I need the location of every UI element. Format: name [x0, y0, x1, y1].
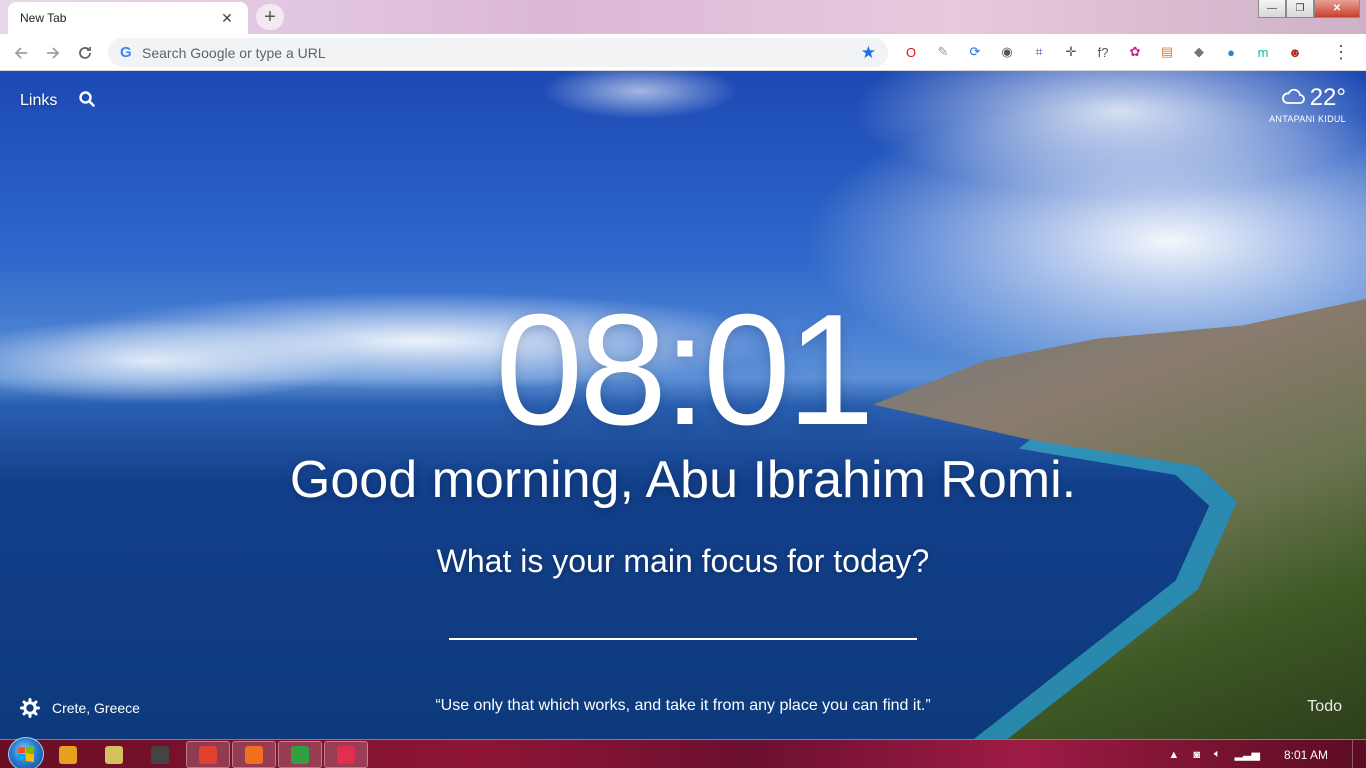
extensions-toolbar: O ✎ ⟳ ◉ ⌗ ✛ f? ✿ ▤ ◆ ● m ☻: [900, 41, 1316, 63]
network-signal-icon[interactable]: ▂▃▅: [1235, 748, 1260, 761]
tab-close-icon[interactable]: ✕: [218, 10, 236, 27]
app-red-icon: [337, 745, 355, 764]
start-button[interactable]: [8, 737, 44, 768]
links-button[interactable]: Links: [20, 92, 57, 110]
taskbar-clock[interactable]: 8:01 AM: [1284, 748, 1328, 762]
layers-icon[interactable]: ◆: [1188, 41, 1210, 63]
taskbar-app-spreadsheet[interactable]: [278, 741, 322, 768]
bookmark-star-icon[interactable]: ★: [861, 43, 876, 63]
volume-icon[interactable]: 🔈︎: [1214, 748, 1221, 761]
taskbar-app-app-red[interactable]: [324, 741, 368, 768]
maximize-button[interactable]: ❐: [1286, 0, 1314, 18]
chrome-icon: [199, 745, 217, 764]
search-icon[interactable]: [78, 90, 96, 108]
new-tab-button[interactable]: +: [256, 4, 284, 30]
greeting: Good morning, Abu Ibrahim Romi.: [289, 451, 1077, 509]
opera-icon[interactable]: O: [900, 41, 922, 63]
taskbar-app-xampp[interactable]: [232, 741, 276, 768]
move-icon[interactable]: ✛: [1060, 41, 1082, 63]
window-controls: — ❐ ✕: [1258, 0, 1360, 18]
taskbar-app-media-player[interactable]: [48, 741, 88, 768]
quote-text[interactable]: “Use only that which works, and take it …: [435, 697, 930, 714]
browser-titlebar: New Tab ✕ + — ❐ ✕: [0, 0, 1366, 34]
photo-location[interactable]: Crete, Greece: [52, 700, 140, 716]
m-icon[interactable]: m: [1252, 41, 1274, 63]
tab-new-tab[interactable]: New Tab ✕: [8, 2, 248, 34]
back-icon[interactable]: [8, 40, 34, 66]
antivirus-icon[interactable]: ◙: [1193, 749, 1200, 761]
file-explorer-icon: [105, 745, 123, 764]
spreadsheet-icon: [291, 745, 309, 764]
todo-button[interactable]: Todo: [1307, 698, 1342, 716]
taskbar-app-clapper[interactable]: [140, 741, 180, 768]
color-picker-icon[interactable]: ✿: [1124, 41, 1146, 63]
browser-toolbar: G ★ O ✎ ⟳ ◉ ⌗ ✛ f? ✿ ▤ ◆ ● m ☻ ⋮: [0, 34, 1366, 71]
tab-title: New Tab: [20, 11, 67, 25]
show-desktop-button[interactable]: [1352, 740, 1366, 768]
focus-input[interactable]: [449, 600, 917, 640]
menu-icon[interactable]: ⋮: [1332, 41, 1350, 63]
google-icon: G: [120, 44, 132, 61]
system-tray: ▲ ◙ 🔈︎ ▂▃▅ 8:01 AM: [1168, 740, 1366, 768]
crop-icon[interactable]: ⌗: [1028, 41, 1050, 63]
taskbar-app-chrome[interactable]: [186, 741, 230, 768]
media-player-icon: [59, 745, 77, 764]
globe-icon[interactable]: ◉: [996, 41, 1018, 63]
windows-taskbar: ▲ ◙ 🔈︎ ▂▃▅ 8:01 AM: [0, 737, 1366, 768]
minimize-button[interactable]: —: [1258, 0, 1286, 18]
taskbar-app-file-explorer[interactable]: [94, 741, 134, 768]
earth-icon[interactable]: ●: [1220, 41, 1242, 63]
pdf-icon[interactable]: ✎: [932, 41, 954, 63]
sync-icon[interactable]: ⟳: [964, 41, 986, 63]
note-icon[interactable]: ▤: [1156, 41, 1178, 63]
forward-icon[interactable]: [40, 40, 66, 66]
font-icon[interactable]: f?: [1092, 41, 1114, 63]
settings-gear-icon[interactable]: [20, 698, 40, 718]
clapper-icon: [151, 745, 169, 764]
reload-icon[interactable]: [72, 40, 98, 66]
clock: 08:01: [495, 282, 874, 458]
address-bar[interactable]: G ★: [108, 38, 888, 67]
show-hidden-icons-icon[interactable]: ▲: [1168, 749, 1179, 761]
address-input[interactable]: [142, 44, 861, 61]
close-window-button[interactable]: ✕: [1314, 0, 1360, 18]
weather-widget[interactable]: 22° ANTAPANI KIDUL: [1269, 84, 1346, 124]
xampp-icon: [245, 745, 263, 764]
weather-location: ANTAPANI KIDUL: [1269, 114, 1346, 124]
cloud-icon: [1280, 86, 1306, 111]
avatar-icon[interactable]: ☻: [1284, 41, 1306, 63]
weather-temperature: 22°: [1309, 84, 1346, 111]
focus-question: What is your main focus for today?: [436, 543, 930, 579]
